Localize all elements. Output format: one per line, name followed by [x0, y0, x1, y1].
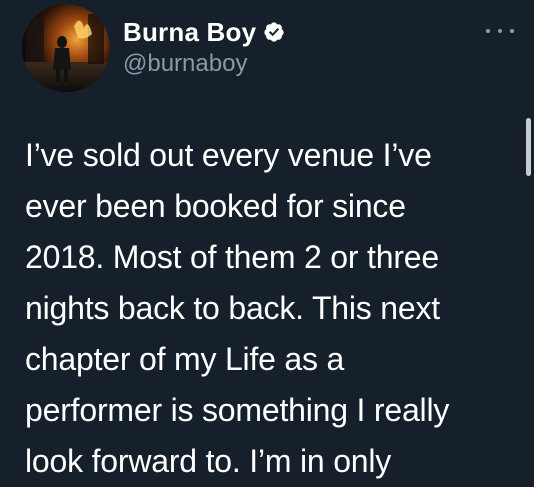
more-options-icon [486, 29, 490, 33]
author-handle[interactable]: @burnaboy [123, 47, 247, 81]
verified-badge-icon [263, 21, 285, 43]
tweet-text-line: performer is something I really [25, 392, 450, 428]
author-name-row[interactable]: Burna Boy [123, 14, 285, 50]
tweet-text: I’ve sold out every venue I’ve ever been… [25, 130, 505, 487]
more-options-icon-dot [510, 29, 514, 33]
author-display-name[interactable]: Burna Boy [123, 14, 256, 50]
tweet-text-line: 2018. Most of them 2 or three [25, 239, 439, 275]
avatar-image [22, 4, 110, 92]
tweet-text-line: nights back to back. This next [25, 290, 440, 326]
tweet-text-line: I’ve sold out every venue I’ve [25, 137, 432, 173]
scrollbar[interactable] [523, 0, 534, 462]
avatar[interactable] [22, 4, 110, 92]
scrollbar-thumb[interactable] [526, 118, 531, 176]
tweet-text-line: ever been booked for since [25, 188, 406, 224]
more-options-icon-dot [498, 29, 502, 33]
more-options-button[interactable] [486, 22, 514, 40]
tweet[interactable]: Burna Boy @burnaboy I’ve sold out every … [0, 0, 534, 479]
tweet-text-line: chapter of my Life as a [25, 341, 345, 377]
